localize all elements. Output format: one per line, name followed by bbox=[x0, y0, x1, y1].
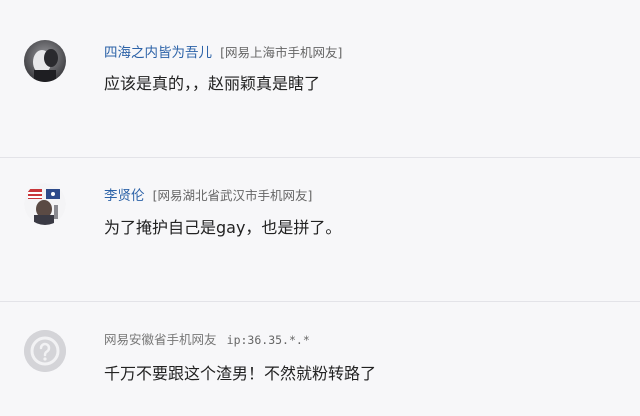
comment-text: 应该是真的，，赵丽颖真是瞎了 bbox=[104, 74, 321, 93]
username-link[interactable]: 四海之内皆为吾儿 bbox=[104, 45, 212, 61]
comment-item: 李贤伦 [网易湖北省武汉市手机网友] 为了掩护自己是gay，也是拼了。 bbox=[0, 157, 640, 301]
avatar-flag-icon bbox=[24, 183, 66, 225]
avatar-photo-icon bbox=[24, 40, 66, 82]
default-avatar-icon bbox=[24, 330, 66, 372]
user-location: [网易湖北省武汉市手机网友] bbox=[152, 188, 313, 203]
user-location: [网易上海市手机网友] bbox=[220, 45, 343, 60]
comment-list: 四海之内皆为吾儿 [网易上海市手机网友] 应该是真的，，赵丽颖真是瞎了 李贤伦 … bbox=[0, 0, 640, 416]
comment-text: 为了掩护自己是gay，也是拼了。 bbox=[104, 218, 342, 237]
comment-item: 网易安徽省手机网友 ip:36.35.*.* 千万不要跟这个渣男！不然就粉转路了 bbox=[0, 301, 640, 416]
user-avatar[interactable] bbox=[24, 40, 66, 82]
user-location: 网易安徽省手机网友 bbox=[104, 332, 217, 347]
user-ip: ip:36.35.*.* bbox=[226, 333, 310, 347]
comment-meta: 网易安徽省手机网友 ip:36.35.*.* bbox=[104, 329, 310, 348]
user-avatar[interactable] bbox=[24, 183, 66, 225]
username-link[interactable]: 李贤伦 bbox=[104, 188, 145, 204]
user-avatar[interactable] bbox=[24, 330, 66, 372]
comment-item: 四海之内皆为吾儿 [网易上海市手机网友] 应该是真的，，赵丽颖真是瞎了 bbox=[0, 0, 640, 157]
comment-text: 千万不要跟这个渣男！不然就粉转路了 bbox=[104, 364, 377, 383]
comment-meta: 李贤伦 [网易湖北省武汉市手机网友] bbox=[104, 184, 312, 204]
comment-meta: 四海之内皆为吾儿 [网易上海市手机网友] bbox=[104, 41, 342, 61]
